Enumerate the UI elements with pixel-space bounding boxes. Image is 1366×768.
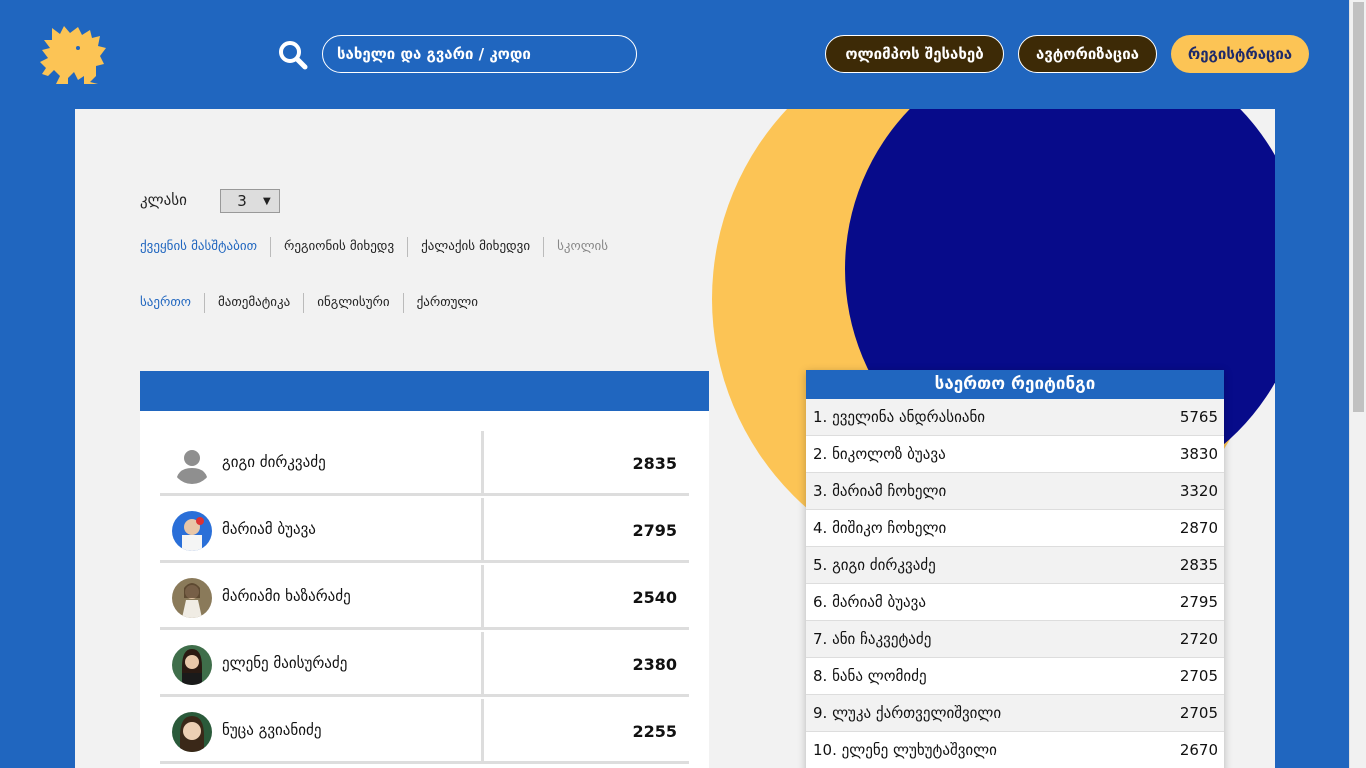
register-button[interactable]: რეგისტრაცია [1171, 35, 1309, 73]
ranking-score: 3320 [1179, 482, 1218, 500]
ranking-row[interactable]: 4. მიშიკო ჩოხელი 2870 [806, 510, 1224, 547]
student-name: ელენე მაისურაძე [222, 654, 348, 672]
search-input[interactable] [322, 35, 637, 73]
student-score: 2540 [632, 588, 677, 607]
student-score: 2255 [632, 722, 677, 741]
column-divider [481, 431, 484, 493]
table-row[interactable]: მარიამი ხაზარაძე 2540 [160, 565, 689, 630]
ranking-row[interactable]: 3. მარიამ ჩოხელი 3320 [806, 473, 1224, 510]
avatar [172, 712, 212, 752]
column-divider [481, 632, 484, 694]
avatar [172, 645, 212, 685]
default-avatar-icon [172, 444, 212, 484]
ranking-name: 5. გიგი ძირკვაძე [813, 556, 936, 574]
ranking-score: 2705 [1179, 704, 1218, 722]
ranking-name: 9. ლუკა ქართველიშვილი [813, 704, 1002, 722]
ranking-row[interactable]: 9. ლუკა ქართველიშვილი 2705 [806, 695, 1224, 732]
subject-tabs: საერთო მათემატიკა ინგლისური ქართული [140, 293, 491, 313]
chevron-down-icon: ▼ [263, 195, 271, 207]
table-row[interactable]: გიგი ძირკვაძე 2835 [160, 431, 689, 496]
class-select[interactable]: 3 ▼ [220, 189, 280, 213]
avatar [172, 511, 212, 551]
column-divider [481, 498, 484, 560]
overall-ranking: საერთო რეიტინგი 1. ეველინა ანდრასიანი 576… [806, 370, 1224, 768]
tab-region[interactable]: რეგიონის მიხედვ [270, 237, 407, 257]
ranking-score: 5765 [1179, 408, 1218, 426]
column-divider [481, 699, 484, 761]
ranking-row[interactable]: 7. ანი ჩაკვეტაძე 2720 [806, 621, 1224, 658]
student-name: მარიამ ბუავა [222, 520, 316, 538]
ranking-row[interactable]: 5. გიგი ძირკვაძე 2835 [806, 547, 1224, 584]
table-row[interactable]: მარიამ ბუავა 2795 [160, 498, 689, 563]
ranking-score: 3830 [1179, 445, 1218, 463]
tab-overall[interactable]: საერთო [140, 293, 204, 313]
ranking-title: საერთო რეიტინგი [806, 370, 1224, 399]
ranking-name: 6. მარიამ ბუავა [813, 593, 926, 611]
results-table-header [140, 371, 709, 411]
ranking-row[interactable]: 2. ნიკოლოზ ბუავა 3830 [806, 436, 1224, 473]
about-olympus-button[interactable]: ოლიმპოს შესახებ [825, 35, 1004, 73]
table-row[interactable]: ელენე მაისურაძე 2380 [160, 632, 689, 697]
class-label: კლასი [140, 191, 187, 209]
scrollbar-thumb[interactable] [1353, 2, 1364, 412]
ranking-name: 4. მიშიკო ჩოხელი [813, 519, 947, 537]
ranking-score: 2705 [1179, 667, 1218, 685]
results-table: გიგი ძირკვაძე 2835 მარიამ ბუავა 2795 მარ… [140, 371, 709, 768]
student-score: 2835 [632, 454, 677, 473]
ranking-name: 2. ნიკოლოზ ბუავა [813, 445, 946, 463]
student-name: მარიამი ხაზარაძე [222, 587, 351, 605]
tab-country[interactable]: ქვეყნის მასშტაბით [140, 237, 270, 257]
tab-city[interactable]: ქალაქის მიხედვი [407, 237, 543, 257]
ranking-row[interactable]: 6. მარიამ ბუავა 2795 [806, 584, 1224, 621]
ranking-name: 3. მარიამ ჩოხელი [813, 482, 947, 500]
ranking-score: 2720 [1179, 630, 1218, 648]
table-row[interactable]: ნუცა გვიანიძე 2255 [160, 699, 689, 764]
ranking-row[interactable]: 1. ეველინა ანდრასიანი 5765 [806, 399, 1224, 436]
ranking-name: 8. ნანა ლომიძე [813, 667, 927, 685]
ranking-name: 10. ელენე ლუხუტაშვილი [813, 741, 997, 759]
tab-school[interactable]: სკოლის [543, 237, 621, 257]
search-icon[interactable] [278, 40, 308, 70]
avatar [172, 578, 212, 618]
class-select-value: 3 [237, 192, 247, 210]
tab-math[interactable]: მათემატიკა [203, 293, 303, 313]
ranking-score: 2835 [1179, 556, 1218, 574]
student-name: ნუცა გვიანიძე [222, 721, 322, 739]
ranking-list: 1. ეველინა ანდრასიანი 5765 2. ნიკოლოზ ბუა… [806, 399, 1224, 768]
tab-georgian[interactable]: ქართული [402, 293, 491, 313]
column-divider [481, 565, 484, 627]
page-scrollbar[interactable] [1349, 0, 1366, 768]
ranking-row[interactable]: 10. ელენე ლუხუტაშვილი 2670 [806, 732, 1224, 768]
lion-logo-icon[interactable] [38, 24, 110, 86]
main-panel: კლასი 3 ▼ ქვეყნის მასშტაბით რეგიონის მიხ… [75, 109, 1275, 768]
student-score: 2795 [632, 521, 677, 540]
ranking-name: 1. ეველინა ანდრასიანი [813, 408, 986, 426]
ranking-score: 2670 [1179, 741, 1218, 759]
login-button[interactable]: ავტორიზაცია [1018, 35, 1157, 73]
student-name: გიგი ძირკვაძე [222, 453, 326, 471]
ranking-score: 2795 [1179, 593, 1218, 611]
ranking-row[interactable]: 8. ნანა ლომიძე 2705 [806, 658, 1224, 695]
student-score: 2380 [632, 655, 677, 674]
tab-english[interactable]: ინგლისური [303, 293, 402, 313]
ranking-score: 2870 [1179, 519, 1218, 537]
scope-tabs: ქვეყნის მასშტაბით რეგიონის მიხედვ ქალაქი… [140, 237, 621, 257]
ranking-name: 7. ანი ჩაკვეტაძე [813, 630, 932, 648]
